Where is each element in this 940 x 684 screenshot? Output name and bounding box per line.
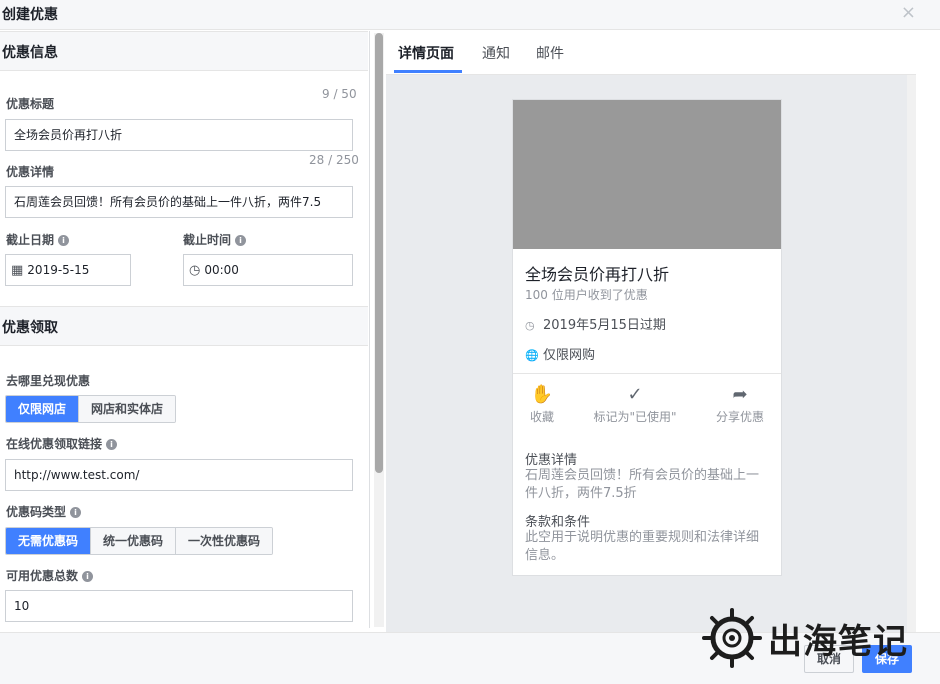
save-hand-icon: ✋ — [530, 384, 554, 405]
info-icon[interactable]: i — [106, 439, 118, 450]
clock-outline-icon: ◷ — [525, 319, 535, 332]
preview-tabs: 详情页面 通知 邮件 — [386, 31, 916, 75]
ship-wheel-icon — [702, 608, 762, 668]
card-detail-heading: 优惠详情 — [525, 453, 578, 468]
option-one-time-code[interactable]: 一次性优惠码 — [176, 528, 273, 554]
scrollbar-thumb[interactable] — [375, 33, 383, 473]
offer-detail-input[interactable]: 石周莲会员回馈！所有会员价的基础上一件八折，两件7.5 — [5, 186, 353, 218]
card-detail-text: 石周莲会员回馈！所有会员价的基础上一件八折，两件7.5折 — [525, 468, 760, 501]
option-online-only[interactable]: 仅限网店 — [6, 396, 80, 422]
section-title: 优惠信息 — [2, 45, 58, 61]
tab-notification[interactable]: 通知 — [482, 43, 510, 63]
end-time-label: 截止时间 i — [183, 231, 247, 248]
dialog-title: 创建优惠 — [2, 7, 58, 23]
clock-icon: ◷ — [189, 263, 201, 278]
info-icon[interactable]: i — [70, 507, 82, 518]
offer-preview-card: 全场会员价再打八折 100 位用户收到了优惠 ◷ 2019年5月15日过期 🌐 仅限… — [512, 99, 782, 576]
option-single-code[interactable]: 统一优惠码 — [91, 528, 177, 554]
watermark: 出海笔记 — [702, 606, 912, 668]
where-redeem-toggle: 仅限网店 网店和实体店 — [5, 395, 177, 423]
close-icon[interactable]: × — [901, 2, 916, 23]
save-offer-action[interactable]: ✋ 收藏 — [525, 382, 559, 425]
section-title: 优惠领取 — [2, 320, 58, 336]
end-time-input[interactable]: ◷ 00:00 — [183, 254, 353, 286]
offer-image-placeholder — [513, 100, 781, 249]
globe-icon: 🌐 — [525, 349, 539, 362]
info-icon[interactable]: i — [235, 235, 247, 246]
watermark-text: 出海笔记 — [768, 622, 908, 662]
claim-link-label: 在线优惠领取链接 i — [6, 435, 118, 452]
section-offer-info: 优惠信息 — [0, 31, 368, 71]
dialog-titlebar: 创建优惠 × — [0, 0, 940, 30]
card-terms-heading: 条款和条件 — [525, 515, 591, 530]
card-title: 全场会员价再打八折 — [525, 265, 670, 284]
section-offer-claim: 优惠领取 — [0, 306, 368, 346]
total-available-label: 可用优惠总数 i — [6, 567, 94, 584]
info-icon[interactable]: i — [82, 571, 94, 582]
preview-scrollbar[interactable] — [907, 75, 916, 632]
offer-title-label: 优惠标题 — [6, 97, 55, 111]
check-icon: ✓ — [627, 384, 643, 405]
info-icon[interactable]: i — [58, 235, 70, 246]
option-no-code[interactable]: 无需优惠码 — [6, 528, 92, 554]
tab-detail-page[interactable]: 详情页面 — [398, 43, 454, 63]
card-divider — [513, 373, 781, 374]
share-offer-action[interactable]: ➦ 分享优惠 — [713, 382, 767, 425]
left-scrollbar[interactable] — [374, 33, 384, 627]
detail-char-counter: 28 / 250 — [309, 153, 359, 167]
where-redeem-label: 去哪里兑现优惠 — [6, 374, 91, 388]
option-online-and-store[interactable]: 网店和实体店 — [79, 396, 176, 422]
card-scope: 🌐 仅限网购 — [525, 348, 596, 363]
share-arrow-icon: ➦ — [732, 384, 748, 405]
offer-title-input[interactable]: 全场会员价再打八折 — [5, 119, 353, 151]
total-available-input[interactable]: 10 — [5, 590, 353, 622]
calendar-icon: ▦ — [11, 263, 24, 278]
code-type-label: 优惠码类型 i — [6, 503, 82, 520]
tab-email[interactable]: 邮件 — [536, 43, 564, 63]
offer-detail-label: 优惠详情 — [6, 165, 55, 179]
end-date-label: 截止日期 i — [6, 231, 70, 248]
card-expiry: ◷ 2019年5月15日过期 — [525, 318, 666, 333]
title-char-counter: 9 / 50 — [322, 87, 357, 101]
code-type-toggle: 无需优惠码 统一优惠码 一次性优惠码 — [5, 527, 274, 555]
active-tab-indicator — [394, 70, 462, 73]
offer-form-pane: 优惠信息 优惠标题 9 / 50 全场会员价再打八折 28 / 250 优惠详情… — [0, 31, 370, 628]
card-subtitle: 100 位用户收到了优惠 — [525, 288, 648, 302]
create-offer-dialog: 创建优惠 × 优惠信息 优惠标题 9 / 50 全场会员价再打八折 28 / 2… — [0, 0, 940, 684]
claim-link-input[interactable]: http://www.test.com/ — [5, 459, 353, 491]
card-terms-text: 此空用于说明优惠的重要规则和法律详细信息。 — [525, 530, 760, 563]
end-date-input[interactable]: ▦ 2019-5-15 — [5, 254, 131, 286]
mark-used-action[interactable]: ✓ 标记为"已使用" — [593, 382, 677, 425]
